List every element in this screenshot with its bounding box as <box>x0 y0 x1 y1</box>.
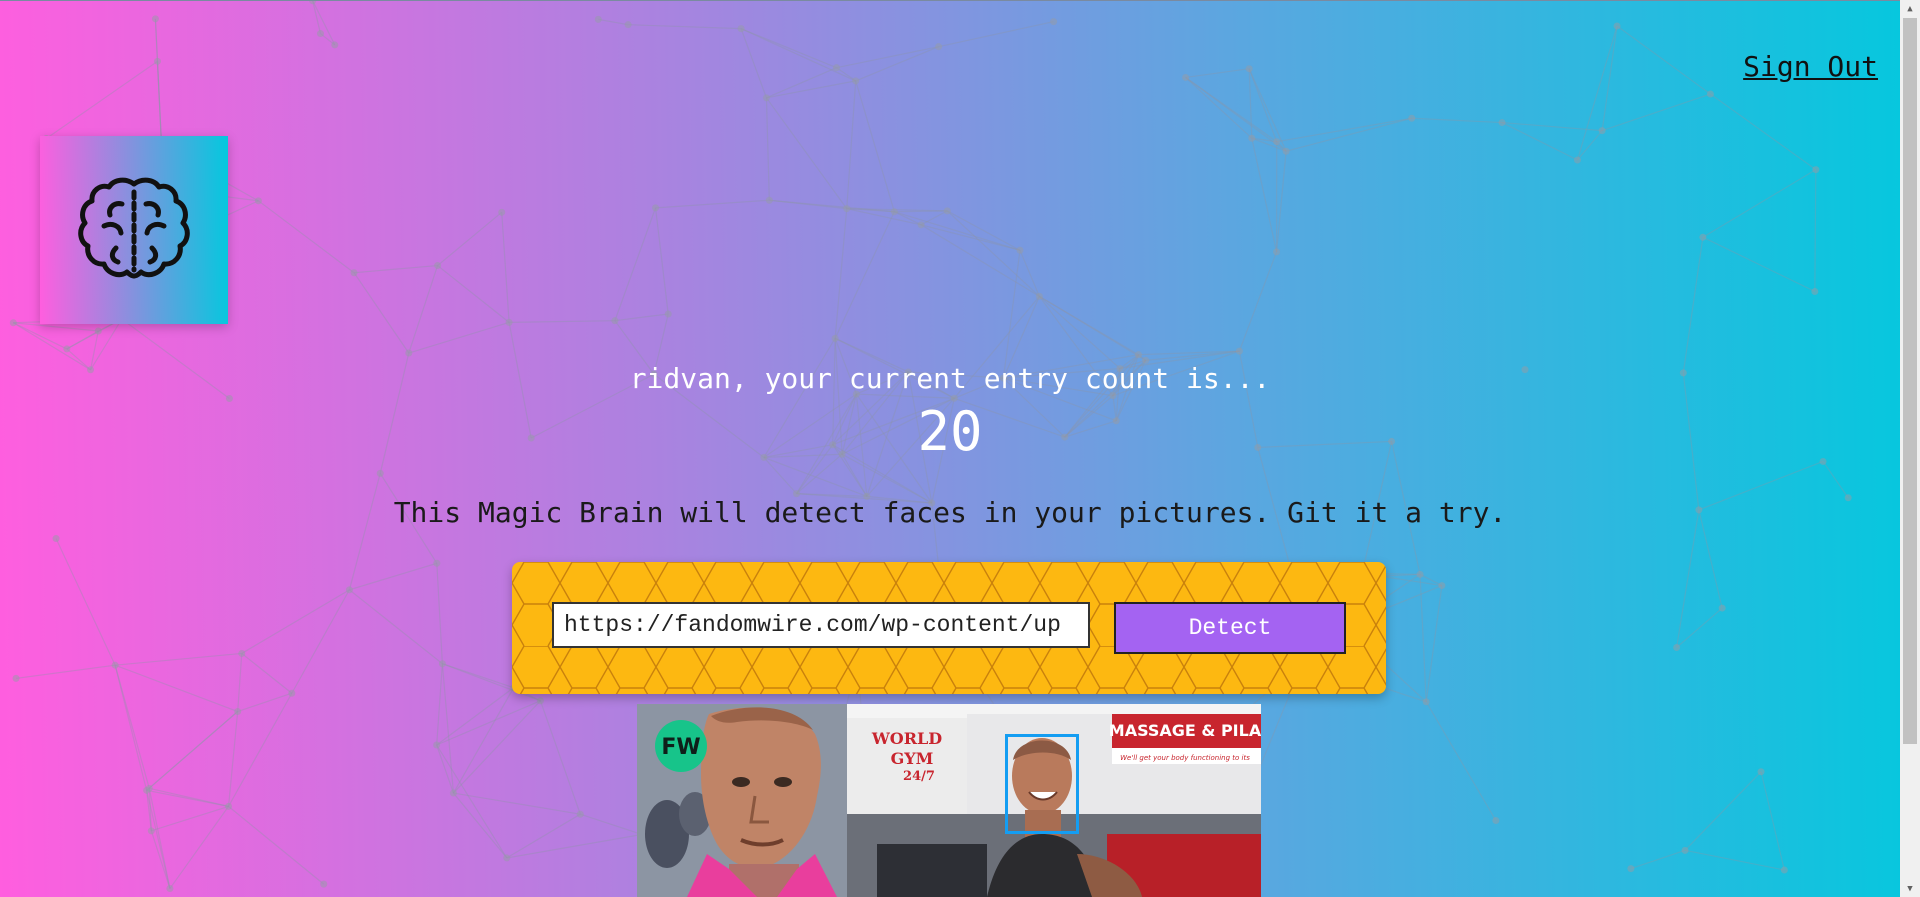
input-image: FW WORLD GYM 24/7 MASSAGE & PILA We'll g… <box>637 704 1261 897</box>
entry-count-message: ridvan, your current entry count is... <box>629 362 1271 395</box>
scroll-thumb[interactable] <box>1903 18 1917 744</box>
intro-text: This Magic Brain will detect faces in yo… <box>393 496 1507 529</box>
massage-tagline: We'll get your body functioning to its <box>1120 754 1250 762</box>
entry-count-value: 20 <box>917 400 983 463</box>
gym-sign-top: WORLD <box>871 729 942 748</box>
scroll-up-arrow-icon[interactable]: ▲ <box>1900 0 1920 17</box>
gym-sign-bottom: GYM <box>891 749 934 768</box>
massage-sign: MASSAGE & PILA <box>1109 721 1261 740</box>
sign-out-link[interactable]: Sign Out <box>1743 50 1878 83</box>
face-bounding-box <box>1005 734 1079 834</box>
face-photo: FW WORLD GYM 24/7 MASSAGE & PILA We'll g… <box>637 704 1261 897</box>
image-url-input[interactable] <box>552 602 1090 648</box>
top-border <box>0 0 1900 1</box>
scroll-down-arrow-icon[interactable]: ▼ <box>1900 880 1920 897</box>
logo-tile[interactable] <box>40 136 228 324</box>
image-link-form: Detect <box>512 562 1386 694</box>
brain-icon <box>78 177 190 279</box>
vertical-scrollbar[interactable]: ▲ ▼ <box>1900 0 1920 897</box>
detect-button[interactable]: Detect <box>1114 602 1346 654</box>
gym-hours: 24/7 <box>903 769 935 784</box>
badge-text: FW <box>661 735 700 760</box>
